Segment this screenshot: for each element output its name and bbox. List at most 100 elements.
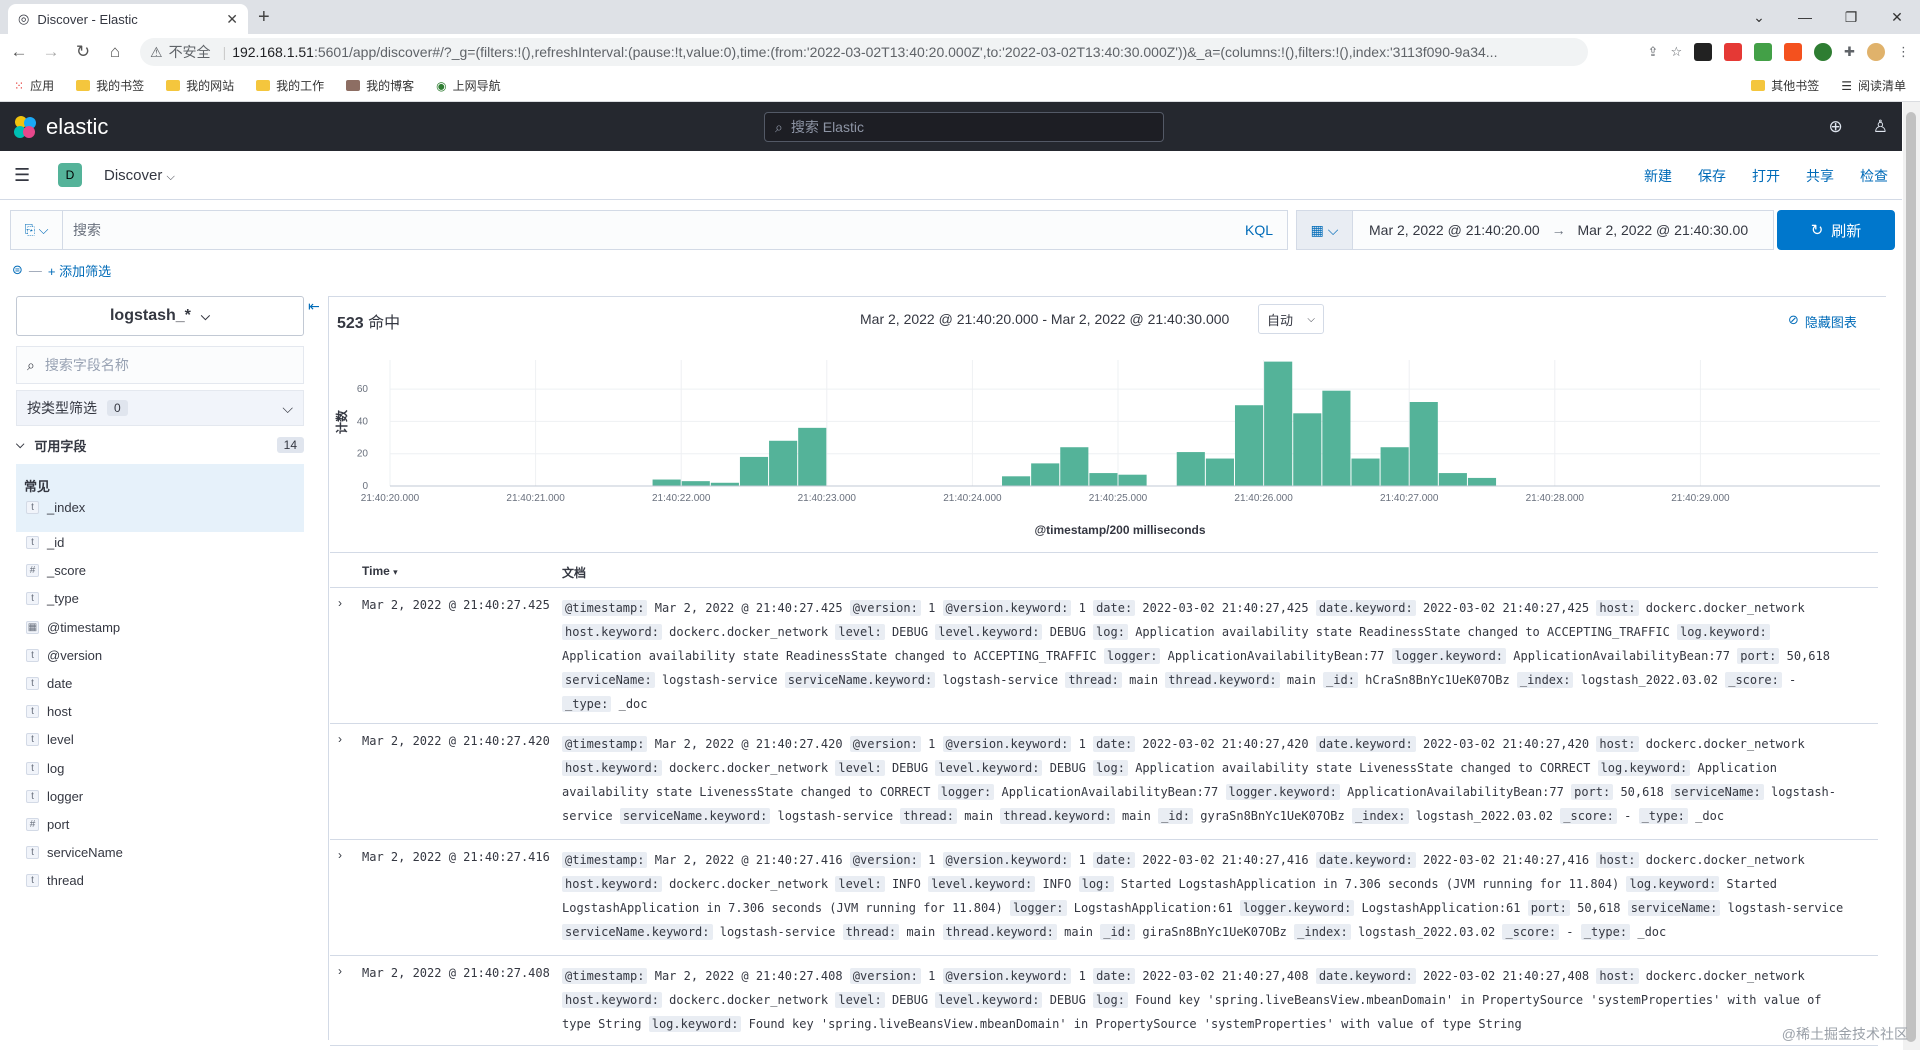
home-icon[interactable]: ⌂ bbox=[102, 42, 128, 62]
new-tab-button[interactable]: + bbox=[258, 6, 270, 29]
forward-arrow-icon[interactable]: → bbox=[38, 42, 64, 62]
avatar[interactable] bbox=[1867, 43, 1885, 61]
histogram-bar[interactable] bbox=[1060, 447, 1089, 486]
field-item[interactable]: t logger bbox=[26, 789, 83, 804]
space-badge[interactable]: D bbox=[58, 163, 82, 187]
field-search-input[interactable]: ⌕ 搜索字段名称 bbox=[16, 346, 304, 384]
index-pattern-selector[interactable]: logstash_* ⌵ bbox=[16, 296, 304, 336]
collapse-sidebar-icon[interactable]: ⇤ bbox=[308, 298, 320, 315]
histogram-bar[interactable] bbox=[1467, 477, 1497, 486]
elastic-logo[interactable]: elastic bbox=[12, 114, 108, 140]
field-item[interactable]: t host bbox=[26, 704, 72, 719]
histogram-bar[interactable] bbox=[739, 456, 769, 486]
field-item[interactable]: t _index bbox=[26, 500, 85, 515]
star-icon[interactable]: ☆ bbox=[1670, 44, 1682, 60]
bookmark-apps[interactable]: ⁙ 应用 bbox=[14, 77, 54, 94]
expand-row-icon[interactable]: › bbox=[338, 732, 342, 746]
extension-icon[interactable] bbox=[1724, 43, 1743, 61]
url-host: 192.168.1.51 bbox=[232, 44, 314, 60]
share-button[interactable]: 共享 bbox=[1806, 166, 1834, 186]
global-search-input[interactable]: ⌕ 搜索 Elastic bbox=[764, 112, 1164, 142]
end-date[interactable]: Mar 2, 2022 @ 21:40:30.00 bbox=[1577, 222, 1748, 238]
start-date[interactable]: Mar 2, 2022 @ 21:40:20.00 bbox=[1369, 222, 1540, 238]
new-button[interactable]: 新建 bbox=[1644, 166, 1672, 186]
breadcrumb[interactable]: Discover ⌵ bbox=[104, 167, 175, 184]
expand-row-icon[interactable]: › bbox=[338, 848, 342, 862]
filter-options-icon[interactable]: ⊜ bbox=[12, 262, 23, 278]
histogram-bar[interactable] bbox=[1089, 473, 1118, 486]
bookmark-folder[interactable]: 我的网站 bbox=[166, 77, 234, 94]
histogram-bar[interactable] bbox=[1234, 405, 1264, 486]
field-item[interactable]: # _score bbox=[26, 563, 86, 578]
field-item[interactable]: t _type bbox=[26, 591, 79, 606]
reading-list[interactable]: ☰ 阅读清单 bbox=[1841, 77, 1906, 94]
histogram-bar[interactable] bbox=[1438, 473, 1467, 486]
share-icon[interactable]: ⇪ bbox=[1648, 44, 1659, 60]
close-window-button[interactable]: ✕ bbox=[1874, 9, 1920, 26]
histogram-bar[interactable] bbox=[769, 440, 798, 486]
puzzle-icon[interactable]: ✚ bbox=[1844, 44, 1855, 60]
histogram-bar[interactable] bbox=[1351, 458, 1380, 486]
reload-icon[interactable]: ↻ bbox=[70, 42, 96, 62]
tab-search-icon[interactable]: ⌄ bbox=[1736, 9, 1782, 26]
add-filter-button[interactable]: + 添加筛选 bbox=[48, 261, 111, 280]
kql-toggle[interactable]: KQL bbox=[1245, 222, 1273, 238]
field-item[interactable]: t _id bbox=[26, 535, 64, 550]
field-item[interactable]: t level bbox=[26, 732, 74, 747]
extension-icon[interactable] bbox=[1754, 43, 1773, 61]
histogram-bar[interactable] bbox=[1409, 402, 1438, 486]
back-arrow-icon[interactable]: ← bbox=[6, 42, 32, 62]
bookmark-folder[interactable]: 我的书签 bbox=[76, 77, 144, 94]
histogram-bar[interactable] bbox=[1322, 390, 1351, 486]
histogram-bar[interactable] bbox=[798, 427, 827, 486]
histogram-bar[interactable] bbox=[1002, 476, 1031, 486]
save-button[interactable]: 保存 bbox=[1698, 166, 1726, 186]
hide-chart-button[interactable]: ⊘ 隐藏图表 bbox=[1788, 312, 1857, 331]
scrollbar-thumb[interactable] bbox=[1906, 112, 1916, 1042]
extension-icon[interactable] bbox=[1784, 43, 1803, 61]
bookmark-folder[interactable]: 我的工作 bbox=[256, 77, 324, 94]
browser-tab[interactable]: ◎ Discover - Elastic ✕ bbox=[8, 4, 248, 34]
menu-dots-icon[interactable]: ⋮ bbox=[1897, 44, 1910, 60]
time-column-header[interactable]: Time ▾ bbox=[362, 564, 398, 578]
expand-row-icon[interactable]: › bbox=[338, 964, 342, 978]
minimize-button[interactable]: — bbox=[1782, 9, 1828, 25]
histogram-bar[interactable] bbox=[1031, 463, 1060, 486]
field-item[interactable]: t @version bbox=[26, 648, 102, 663]
filter-by-type-button[interactable]: 按类型筛选 0 ⌵ bbox=[16, 390, 304, 426]
field-item[interactable]: # port bbox=[26, 817, 69, 832]
help-icon[interactable]: ⊕ bbox=[1829, 117, 1843, 137]
quick-date-button[interactable]: ▦ ⌵ bbox=[1297, 211, 1353, 249]
url-input[interactable]: ⚠ 不安全 | 192.168.1.51 :5601/app/discover#… bbox=[140, 38, 1588, 66]
field-item[interactable]: t serviceName bbox=[26, 845, 123, 860]
expand-row-icon[interactable]: › bbox=[338, 596, 342, 610]
refresh-button[interactable]: ↻ 刷新 bbox=[1777, 210, 1895, 250]
available-fields-toggle[interactable]: ⌵ 可用字段 14 bbox=[16, 434, 304, 456]
bookmark-link[interactable]: ◉ 上网导航 bbox=[436, 77, 501, 94]
histogram-bar[interactable] bbox=[1205, 458, 1234, 486]
query-input[interactable]: 搜索 bbox=[63, 220, 1245, 240]
interval-select[interactable]: 自动 ⌵ bbox=[1258, 304, 1324, 334]
field-item[interactable]: t thread bbox=[26, 873, 84, 888]
histogram-bar[interactable] bbox=[652, 479, 681, 486]
histogram-bar[interactable] bbox=[1293, 413, 1322, 486]
open-button[interactable]: 打开 bbox=[1752, 166, 1780, 186]
inspect-button[interactable]: 检查 bbox=[1860, 166, 1888, 186]
close-tab-icon[interactable]: ✕ bbox=[226, 11, 238, 28]
field-item[interactable]: ▦ @timestamp bbox=[26, 620, 120, 635]
extension-icon[interactable] bbox=[1814, 43, 1833, 61]
bookmark-link[interactable]: 我的博客 bbox=[346, 77, 414, 94]
extension-icon[interactable] bbox=[1694, 43, 1713, 61]
histogram-bar[interactable] bbox=[1176, 452, 1205, 486]
histogram-bar[interactable] bbox=[1380, 447, 1409, 486]
saved-query-button[interactable]: ⎘ ⌵ bbox=[11, 211, 63, 249]
histogram-bar[interactable] bbox=[1118, 474, 1147, 486]
bookmark-other[interactable]: 其他书签 bbox=[1751, 77, 1819, 94]
histogram-bar[interactable] bbox=[681, 481, 710, 486]
histogram-bar[interactable] bbox=[1264, 361, 1293, 486]
field-item[interactable]: t date bbox=[26, 676, 72, 691]
user-icon[interactable]: ♙ bbox=[1873, 117, 1888, 137]
menu-icon[interactable]: ☰ bbox=[14, 165, 32, 186]
field-item[interactable]: t log bbox=[26, 761, 64, 776]
restore-button[interactable]: ❐ bbox=[1828, 9, 1874, 26]
